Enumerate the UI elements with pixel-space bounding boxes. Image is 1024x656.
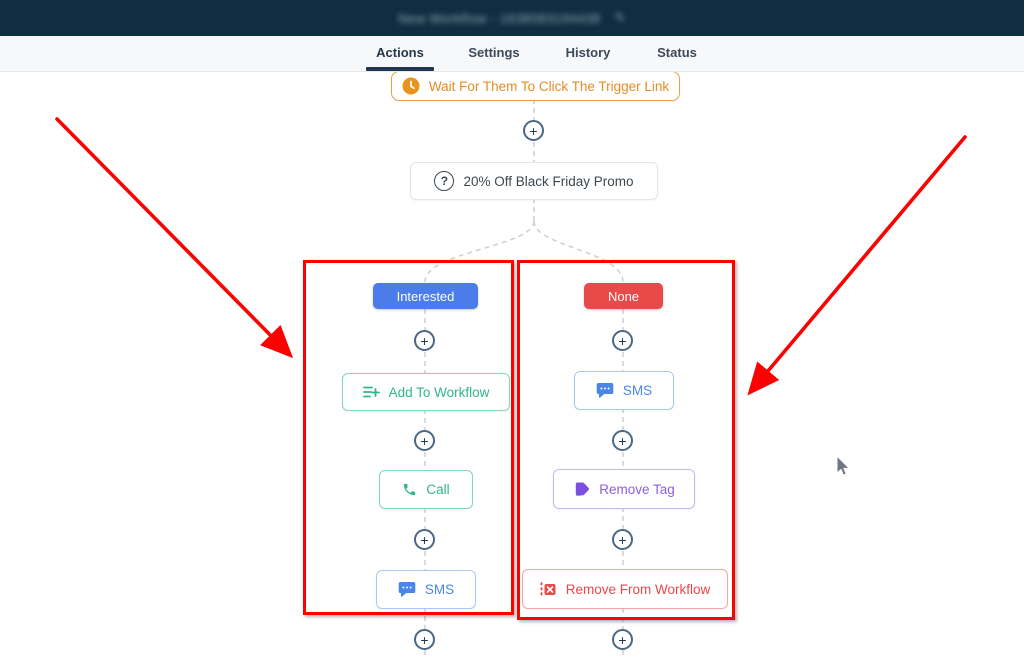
add-action-button[interactable]: +: [612, 529, 633, 550]
plus-icon: +: [529, 124, 537, 138]
plus-icon: +: [420, 434, 428, 448]
plus-icon: +: [618, 633, 626, 647]
node-label: 20% Off Black Friday Promo: [463, 174, 633, 189]
red-arrow-left: [57, 119, 288, 353]
node-wait-trigger-link[interactable]: Wait For Them To Click The Trigger Link: [391, 71, 680, 101]
plus-icon: +: [618, 533, 626, 547]
annotation-box-left-branch: [303, 260, 514, 615]
node-label: Add To Workflow: [389, 385, 490, 400]
app-header: New Workflow - 1638083194438 ✎: [0, 0, 1024, 36]
add-action-button[interactable]: +: [612, 430, 633, 451]
add-action-button[interactable]: +: [414, 629, 435, 650]
sms-icon: [596, 382, 614, 399]
node-sms[interactable]: SMS: [574, 371, 674, 410]
node-add-to-workflow[interactable]: Add To Workflow: [342, 373, 510, 411]
add-action-button[interactable]: +: [414, 330, 435, 351]
node-label: Remove From Workflow: [566, 582, 711, 597]
add-action-button[interactable]: +: [612, 629, 633, 650]
remove-from-workflow-icon: [540, 581, 557, 597]
add-action-button[interactable]: +: [523, 120, 544, 141]
branch-pill-none[interactable]: None: [584, 283, 663, 309]
mouse-cursor: [837, 456, 849, 475]
node-label: Remove Tag: [599, 482, 675, 497]
tab-bar: Actions Settings History Status: [0, 36, 1024, 72]
remove-tag-icon: x: [573, 481, 590, 497]
phone-icon: [402, 482, 417, 497]
add-to-workflow-icon: [363, 385, 380, 399]
workflow-title-text: New Workflow - 1638083194438: [398, 11, 600, 26]
plus-icon: +: [420, 533, 428, 547]
tab-settings[interactable]: Settings: [468, 45, 519, 60]
red-arrow-right: [752, 137, 965, 390]
node-sms[interactable]: SMS: [376, 570, 476, 609]
add-action-button[interactable]: +: [612, 330, 633, 351]
tab-history[interactable]: History: [566, 45, 611, 60]
edit-pencil-icon[interactable]: ✎: [614, 10, 625, 26]
node-remove-tag[interactable]: x Remove Tag: [553, 469, 695, 509]
plus-icon: +: [420, 334, 428, 348]
node-label: SMS: [425, 582, 454, 597]
active-tab-underline: [366, 67, 434, 71]
svg-text:x: x: [576, 491, 580, 497]
node-black-friday-promo[interactable]: ? 20% Off Black Friday Promo: [410, 162, 658, 200]
plus-icon: +: [618, 434, 626, 448]
node-label: Wait For Them To Click The Trigger Link: [429, 79, 669, 94]
plus-icon: +: [618, 334, 626, 348]
add-action-button[interactable]: +: [414, 529, 435, 550]
workflow-title-blurred: New Workflow - 1638083194438 ✎: [398, 10, 626, 26]
branch-pill-interested[interactable]: Interested: [373, 283, 478, 309]
add-action-button[interactable]: +: [414, 430, 435, 451]
sms-icon: [398, 581, 416, 598]
node-remove-from-workflow[interactable]: Remove From Workflow: [522, 569, 728, 609]
workflow-builder-screen: New Workflow - 1638083194438 ✎ Actions S…: [0, 0, 1024, 656]
clock-icon: [402, 77, 420, 95]
node-label: Call: [426, 482, 449, 497]
node-label: SMS: [623, 383, 652, 398]
question-icon: ?: [434, 171, 454, 191]
tab-status[interactable]: Status: [657, 45, 697, 60]
plus-icon: +: [420, 633, 428, 647]
tab-actions[interactable]: Actions: [376, 45, 424, 60]
node-call[interactable]: Call: [379, 470, 473, 509]
